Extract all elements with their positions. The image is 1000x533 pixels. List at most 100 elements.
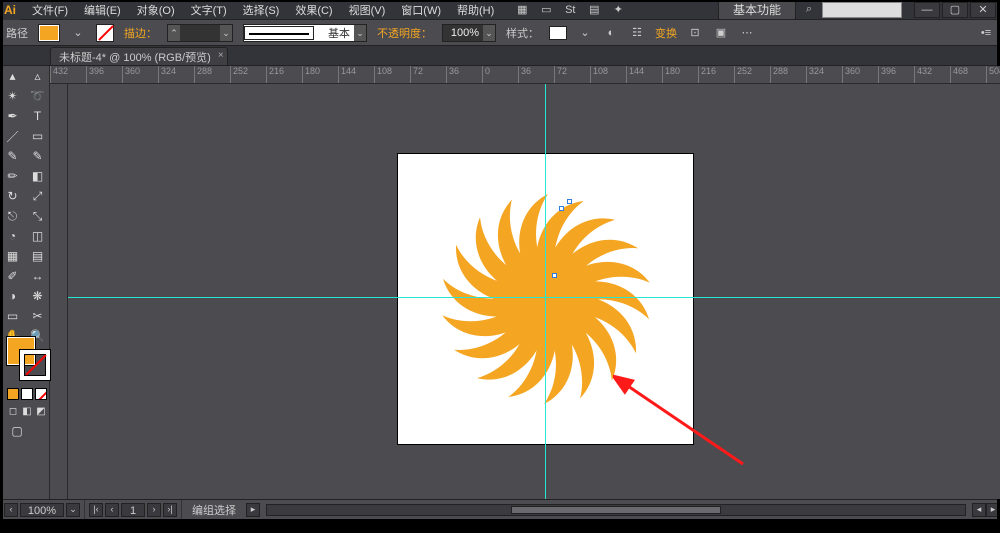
color-mode-solid[interactable] [7, 388, 19, 400]
ruler-tick: 36 [518, 66, 554, 84]
draw-normal-icon[interactable]: ◻ [7, 404, 19, 418]
window-maximize[interactable]: ▢ [942, 2, 968, 18]
window-minimize[interactable]: — [914, 2, 940, 18]
stroke-weight-field[interactable]: ⌃⌄ [167, 24, 233, 42]
close-tab-icon[interactable]: × [218, 50, 224, 61]
stroke-proxy[interactable] [20, 350, 50, 380]
pencil-tool[interactable]: ✎ [25, 146, 50, 166]
artboard-number[interactable]: 1 [121, 503, 145, 517]
eyedropper-tool[interactable]: ✐ [0, 266, 25, 286]
rotate-tool[interactable]: ↻ [0, 186, 25, 206]
bridge-icon[interactable]: ▦ [514, 2, 530, 18]
docsetup-icon[interactable]: ▤ [586, 2, 602, 18]
arrange-icon[interactable]: ▭ [538, 2, 554, 18]
menu-edit[interactable]: 编辑(E) [78, 0, 127, 20]
magic-wand-tool[interactable]: ✴ [0, 86, 25, 106]
lasso-tool[interactable]: ➰ [25, 86, 50, 106]
zoom-dropdown[interactable]: ⌄ [66, 503, 80, 517]
menu-object[interactable]: 对象(O) [131, 0, 181, 20]
no-stroke-icon[interactable] [96, 24, 114, 42]
guide-horizontal[interactable] [68, 297, 1000, 298]
prefs-icon[interactable]: ✦ [610, 2, 626, 18]
scrollbar-h-thumb[interactable] [511, 506, 720, 514]
artboard-tool[interactable]: ▭ [0, 306, 25, 326]
artboard-prev[interactable]: ‹ [105, 503, 119, 517]
color-mode-gradient[interactable] [21, 388, 33, 400]
document-tab-title: 未标题-4* @ 100% (RGB/预览) [59, 52, 211, 64]
anchor-point[interactable] [552, 273, 557, 278]
recolor-icon[interactable]: ◐ [603, 25, 619, 41]
fill-stroke-proxy[interactable] [6, 336, 50, 380]
swatch-dropdown-icon[interactable]: ⌄ [70, 25, 86, 41]
symbol-sprayer-tool[interactable]: ❋ [25, 286, 50, 306]
color-mode-none[interactable] [35, 388, 47, 400]
anchor-point[interactable] [567, 199, 572, 204]
zoom-out-button[interactable]: ‹ [4, 503, 18, 517]
rectangle-tool[interactable]: ▭ [25, 126, 50, 146]
eraser-tool[interactable]: ◧ [25, 166, 50, 186]
tool-panel-footer: ◻ ◧ ◩ ▢ [3, 330, 51, 442]
zoom-value[interactable]: 100% [20, 503, 64, 517]
ruler-horizontal[interactable]: 4323963603242882522161801441087236036721… [50, 66, 1000, 84]
shape-builder-tool[interactable]: ◔ [0, 226, 25, 246]
gradient-tool[interactable]: ▤ [25, 246, 50, 266]
opacity-field[interactable]: 100%⌄ [442, 24, 496, 42]
line-tool[interactable]: ／ [0, 126, 25, 146]
anchor-point[interactable] [559, 206, 564, 211]
draw-inside-icon[interactable]: ◩ [35, 404, 47, 418]
panel-collapse-icon[interactable]: •≡ [978, 25, 994, 41]
artboard-next[interactable]: › [147, 503, 161, 517]
more-icon[interactable]: ⋯ [739, 25, 755, 41]
canvas-stage[interactable] [68, 84, 1000, 499]
ruler-tick: 180 [662, 66, 698, 84]
scrollbar-horizontal[interactable] [266, 504, 966, 516]
menu-effect[interactable]: 效果(C) [289, 0, 338, 20]
selection-tool[interactable]: ▴ [0, 66, 25, 86]
transform-label[interactable]: 变换 [655, 25, 677, 41]
direct-selection-tool[interactable]: ▵ [25, 66, 50, 86]
stroke-label: 描边： [124, 25, 157, 41]
screen-mode-icon[interactable]: ▢ [7, 422, 27, 440]
pen-tool[interactable]: ✒ [0, 106, 25, 126]
stroke-profile-field[interactable]: 基本⌄ [243, 24, 367, 42]
slice-tool[interactable]: ✂ [25, 306, 50, 326]
fill-swatch[interactable] [38, 24, 60, 42]
graphic-style-swatch[interactable] [549, 26, 567, 40]
artboard-last[interactable]: ›| [163, 503, 177, 517]
search-input[interactable] [822, 2, 902, 18]
perspective-tool[interactable]: ◫ [25, 226, 50, 246]
ruler-vertical[interactable] [50, 84, 68, 499]
width-tool[interactable]: ⎋ [0, 206, 25, 226]
ruler-tick: 324 [158, 66, 194, 84]
artboard-first[interactable]: |‹ [89, 503, 103, 517]
window-close[interactable]: ✕ [970, 2, 996, 18]
free-transform-tool[interactable]: ⤡ [25, 206, 50, 226]
draw-behind-icon[interactable]: ◧ [21, 404, 33, 418]
stock-icon[interactable]: St [562, 2, 578, 18]
menu-window[interactable]: 窗口(W) [395, 0, 447, 20]
menu-type[interactable]: 文字(T) [185, 0, 233, 20]
guide-vertical[interactable] [545, 84, 546, 499]
blob-brush-tool[interactable]: ✏ [0, 166, 25, 186]
menu-view[interactable]: 视图(V) [343, 0, 392, 20]
paintbrush-tool[interactable]: ✎ [0, 146, 25, 166]
scale-tool[interactable]: ⤢ [25, 186, 50, 206]
menu-file[interactable]: 文件(F) [26, 0, 74, 20]
measure-tool[interactable]: ↔ [25, 266, 50, 286]
ruler-tick: 216 [266, 66, 302, 84]
align-panel-icon[interactable]: ☷ [629, 25, 645, 41]
menu-select[interactable]: 选择(S) [237, 0, 286, 20]
isolate-icon[interactable]: ⊡ [687, 25, 703, 41]
ruler-tick: 108 [374, 66, 410, 84]
ruler-tick: 360 [122, 66, 158, 84]
style-dropdown-icon[interactable]: ⌄ [577, 25, 593, 41]
workspace-switcher[interactable]: 基本功能 [718, 0, 796, 20]
blend-tool[interactable]: ◑ [0, 286, 25, 306]
scroll-left[interactable]: ◂ [972, 503, 986, 517]
mask-icon[interactable]: ▣ [713, 25, 729, 41]
menu-help[interactable]: 帮助(H) [451, 0, 500, 20]
mesh-tool[interactable]: ▦ [0, 246, 25, 266]
type-tool[interactable]: T [25, 106, 50, 126]
document-tab[interactable]: 未标题-4* @ 100% (RGB/预览) × [50, 47, 228, 65]
status-dropdown[interactable]: ▸ [246, 503, 260, 517]
